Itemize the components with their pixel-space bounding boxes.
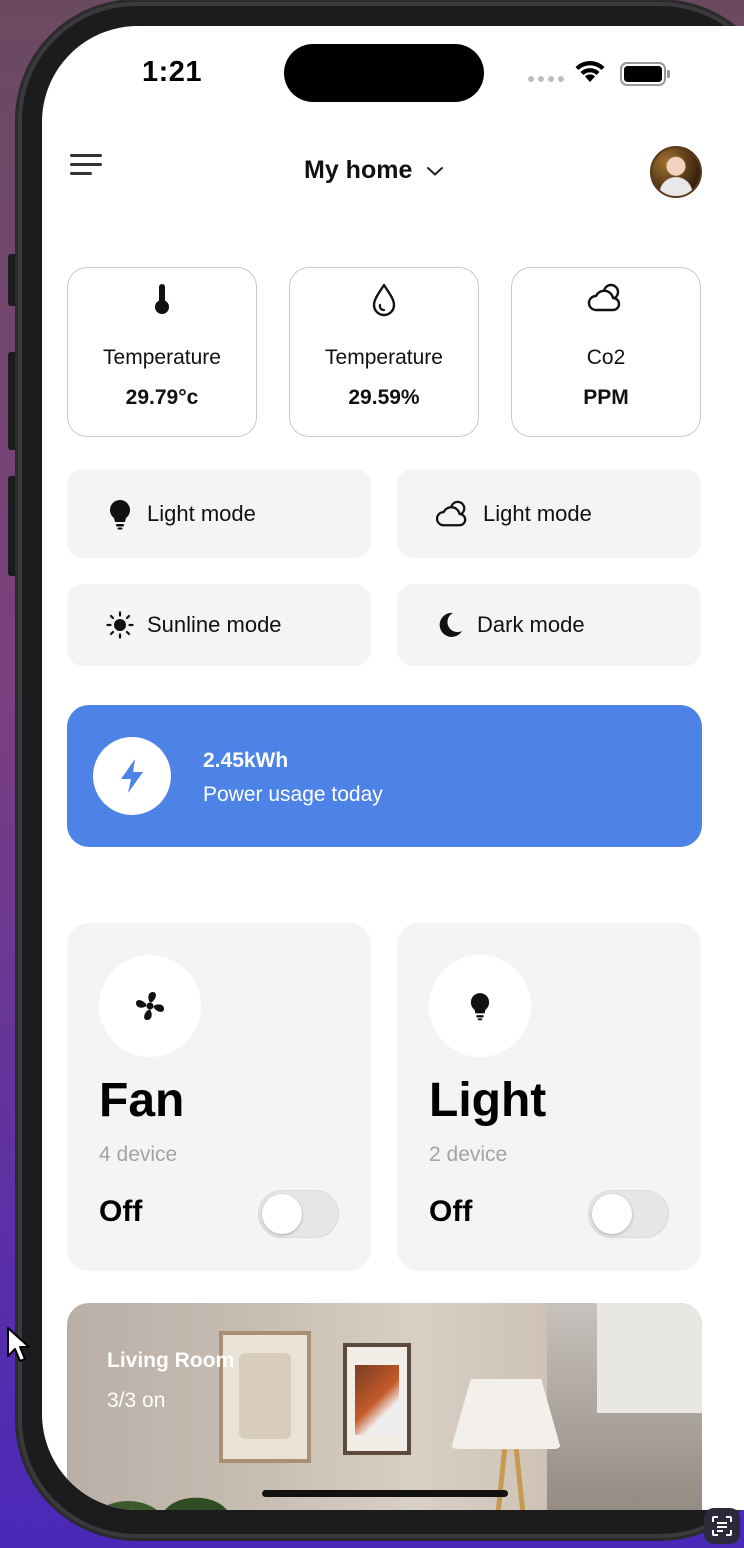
device-state: Off bbox=[429, 1195, 473, 1228]
thermometer-icon bbox=[155, 284, 169, 314]
home-indicator[interactable] bbox=[262, 1490, 508, 1497]
phone-screen: 1:21 My home Temperature 29.79°c Tempera… bbox=[42, 26, 744, 1510]
sensor-value: PPM bbox=[583, 386, 629, 409]
device-state: Off bbox=[99, 1195, 143, 1228]
device-icon-circle bbox=[99, 955, 201, 1057]
mode-cloud-button[interactable]: Light mode bbox=[397, 469, 701, 558]
cloud-sun-icon bbox=[587, 283, 621, 312]
mouse-cursor-icon bbox=[7, 1327, 30, 1362]
device-card-light[interactable]: Light 2 device Off bbox=[397, 923, 701, 1271]
cellular-signal-icon bbox=[528, 76, 564, 82]
device-count: 2 device bbox=[429, 1143, 508, 1166]
menu-button[interactable] bbox=[70, 152, 104, 178]
room-card-living-room[interactable]: Living Room 3/3 on bbox=[67, 1303, 702, 1510]
fan-toggle[interactable] bbox=[258, 1190, 339, 1238]
chevron-down-icon bbox=[427, 166, 444, 175]
battery-icon bbox=[620, 62, 670, 86]
mode-light-button[interactable]: Light mode bbox=[67, 469, 371, 558]
sensor-label: Temperature bbox=[325, 346, 443, 369]
device-card-fan[interactable]: Fan 4 device Off bbox=[67, 923, 371, 1271]
sensor-card-humidity[interactable]: Temperature 29.59% bbox=[289, 267, 479, 437]
device-icon-circle bbox=[429, 955, 531, 1057]
room-name: Living Room bbox=[107, 1349, 235, 1372]
cloud-sun-icon bbox=[435, 500, 467, 526]
sensor-label: Co2 bbox=[586, 346, 626, 369]
bulb-icon bbox=[110, 499, 130, 529]
sensor-value: 29.79°c bbox=[125, 386, 199, 409]
lightning-bolt-icon bbox=[121, 759, 143, 793]
action-button bbox=[8, 254, 18, 306]
device-name: Light bbox=[429, 1074, 547, 1127]
light-toggle[interactable] bbox=[588, 1190, 669, 1238]
home-title: My home bbox=[304, 156, 413, 184]
power-usage-value: 2.45kWh bbox=[203, 749, 289, 772]
power-icon-circle bbox=[93, 737, 171, 815]
avatar[interactable] bbox=[650, 146, 702, 198]
home-selector[interactable]: My home bbox=[304, 156, 444, 185]
sensor-value: 29.59% bbox=[348, 386, 420, 409]
device-count: 4 device bbox=[99, 1143, 178, 1166]
bulb-icon bbox=[470, 993, 490, 1021]
mode-sunline-button[interactable]: Sunline mode bbox=[67, 584, 371, 666]
water-drop-icon bbox=[372, 283, 396, 317]
sensor-label: Temperature bbox=[103, 346, 221, 369]
power-usage-banner[interactable]: 2.45kWh Power usage today bbox=[67, 705, 702, 847]
mode-dark-button[interactable]: Dark mode bbox=[397, 584, 701, 666]
dynamic-island bbox=[284, 44, 484, 102]
room-status: 3/3 on bbox=[107, 1389, 166, 1412]
scan-text-icon[interactable] bbox=[704, 1508, 740, 1544]
menu-icon bbox=[70, 154, 102, 157]
mode-label: Dark mode bbox=[477, 612, 585, 637]
volume-up-button bbox=[8, 352, 18, 450]
sun-icon bbox=[106, 611, 134, 639]
power-usage-label: Power usage today bbox=[203, 783, 383, 806]
wifi-icon bbox=[575, 60, 605, 82]
mode-label: Light mode bbox=[483, 500, 592, 526]
device-name: Fan bbox=[99, 1074, 185, 1127]
sensor-card-co2[interactable]: Co2 PPM bbox=[511, 267, 701, 437]
mode-label: Light mode bbox=[147, 500, 256, 526]
moon-icon bbox=[439, 612, 462, 637]
sensor-card-temperature[interactable]: Temperature 29.79°c bbox=[67, 267, 257, 437]
fan-icon bbox=[136, 992, 164, 1020]
volume-down-button bbox=[8, 476, 18, 576]
mode-label: Sunline mode bbox=[147, 612, 282, 637]
status-time: 1:21 bbox=[142, 56, 203, 88]
